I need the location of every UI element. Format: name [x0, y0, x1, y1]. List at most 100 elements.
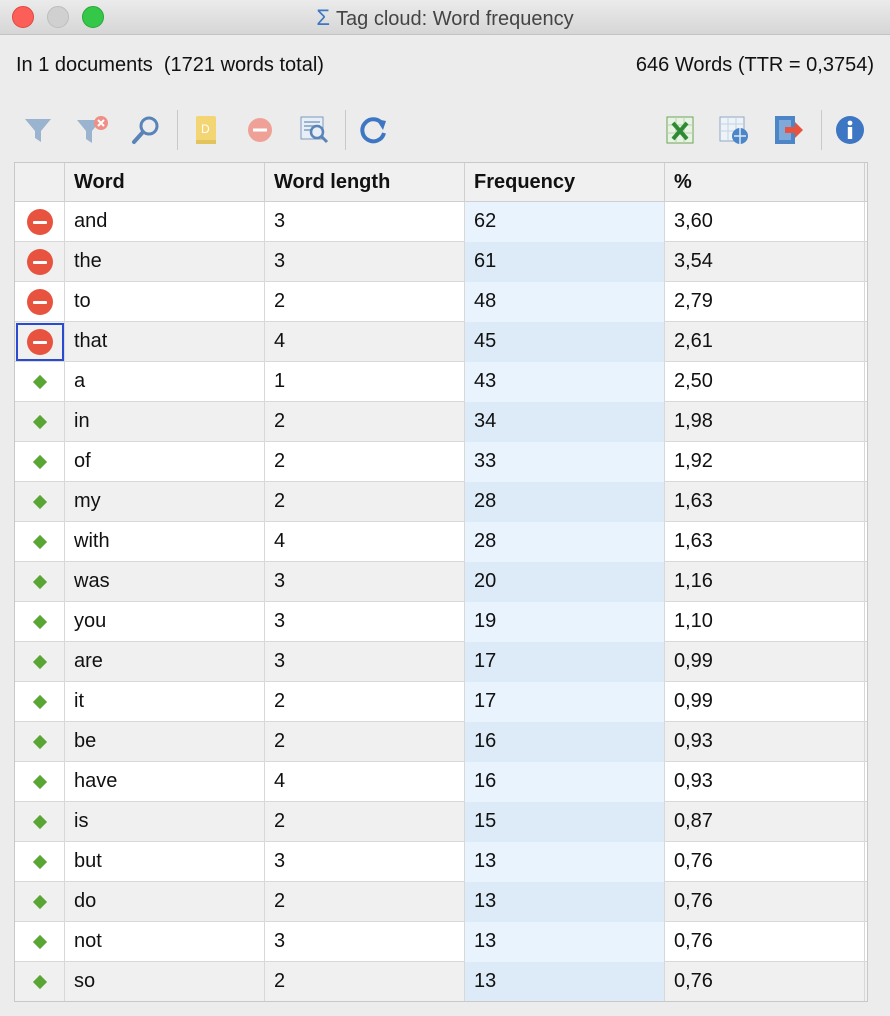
word-length-cell: 2 — [265, 962, 465, 1001]
included-word-icon[interactable] — [32, 774, 47, 790]
clear-filter-icon[interactable] — [74, 112, 110, 148]
status-cell[interactable] — [15, 562, 65, 602]
status-cell[interactable] — [15, 242, 65, 282]
included-word-icon[interactable] — [32, 654, 47, 670]
toolbar-separator — [177, 110, 178, 150]
table-row[interactable]: so 2 13 0,76 — [15, 962, 867, 1001]
table-row[interactable]: with 4 28 1,63 — [15, 522, 867, 562]
word-frequency-table[interactable]: Word Word length Frequency % and 3 62 3,60 t… — [14, 162, 868, 1002]
status-cell[interactable] — [15, 402, 65, 442]
included-word-icon[interactable] — [32, 734, 47, 750]
table-row[interactable]: to 2 48 2,79 — [15, 282, 867, 322]
frequency-cell: 61 — [465, 242, 665, 282]
included-word-icon[interactable] — [32, 814, 47, 830]
stop-word-icon[interactable] — [26, 249, 53, 275]
included-word-icon[interactable] — [32, 374, 47, 390]
stop-list-icon[interactable] — [242, 112, 278, 148]
export-icon[interactable] — [770, 112, 806, 148]
included-word-icon[interactable] — [32, 454, 47, 470]
stop-word-icon[interactable] — [26, 209, 53, 235]
status-cell[interactable] — [15, 762, 65, 802]
frequency-cell: 34 — [465, 402, 665, 442]
percent-cell: 1,16 — [665, 562, 865, 602]
included-word-icon[interactable] — [32, 894, 47, 910]
word-length-cell: 4 — [265, 322, 465, 362]
table-row[interactable]: do 2 13 0,76 — [15, 882, 867, 922]
table-row[interactable]: be 2 16 0,93 — [15, 722, 867, 762]
document-icon[interactable]: D — [188, 112, 224, 148]
status-cell[interactable] — [15, 922, 65, 962]
included-word-icon[interactable] — [32, 414, 47, 430]
included-word-icon[interactable] — [32, 574, 47, 590]
included-word-icon[interactable] — [32, 694, 47, 710]
status-cell[interactable] — [15, 202, 65, 242]
column-header-word[interactable]: Word — [65, 163, 265, 201]
table-row[interactable]: are 3 17 0,99 — [15, 642, 867, 682]
frequency-cell: 45 — [465, 322, 665, 362]
word-length-cell: 3 — [265, 202, 465, 242]
word-length-cell: 2 — [265, 482, 465, 522]
status-cell[interactable] — [15, 882, 65, 922]
stop-word-icon[interactable] — [26, 329, 53, 355]
status-cell[interactable] — [15, 442, 65, 482]
search-icon[interactable] — [128, 112, 164, 148]
status-cell[interactable] — [15, 962, 65, 1001]
find-in-document-icon[interactable] — [296, 112, 332, 148]
word-cell: a — [65, 362, 265, 402]
frequency-cell: 62 — [465, 202, 665, 242]
column-header-frequency[interactable]: Frequency — [465, 163, 665, 201]
column-header-word-length[interactable]: Word length — [265, 163, 465, 201]
document-count-text: In 1 documents (1721 words total) — [16, 54, 324, 76]
status-cell[interactable] — [15, 482, 65, 522]
table-row[interactable]: was 3 20 1,16 — [15, 562, 867, 602]
column-header-status[interactable] — [15, 163, 65, 201]
info-icon[interactable] — [832, 112, 868, 148]
percent-cell: 0,76 — [665, 882, 865, 922]
table-row[interactable]: not 3 13 0,76 — [15, 922, 867, 962]
table-row[interactable]: of 2 33 1,92 — [15, 442, 867, 482]
word-length-cell: 3 — [265, 642, 465, 682]
refresh-icon[interactable] — [356, 112, 392, 148]
status-cell[interactable] — [15, 642, 65, 682]
included-word-icon[interactable] — [32, 494, 47, 510]
excel-export-icon[interactable] — [662, 112, 698, 148]
table-row[interactable]: you 3 19 1,10 — [15, 602, 867, 642]
percent-cell: 3,60 — [665, 202, 865, 242]
column-header-percent[interactable]: % — [665, 163, 865, 201]
status-cell[interactable] — [15, 722, 65, 762]
table-row[interactable]: that 4 45 2,61 — [15, 322, 867, 362]
status-cell[interactable] — [15, 322, 65, 362]
stop-word-icon[interactable] — [26, 289, 53, 315]
percent-cell: 1,10 — [665, 602, 865, 642]
table-row[interactable]: but 3 13 0,76 — [15, 842, 867, 882]
status-cell[interactable] — [15, 602, 65, 642]
status-cell[interactable] — [15, 682, 65, 722]
frequency-cell: 28 — [465, 522, 665, 562]
table-row[interactable]: is 2 15 0,87 — [15, 802, 867, 842]
included-word-icon[interactable] — [32, 934, 47, 950]
status-cell[interactable] — [15, 362, 65, 402]
word-length-cell: 2 — [265, 722, 465, 762]
filter-icon[interactable] — [20, 112, 56, 148]
web-export-icon[interactable] — [716, 112, 752, 148]
frequency-cell: 13 — [465, 882, 665, 922]
percent-cell: 0,99 — [665, 682, 865, 722]
included-word-icon[interactable] — [32, 854, 47, 870]
table-row[interactable]: the 3 61 3,54 — [15, 242, 867, 282]
table-row[interactable]: in 2 34 1,98 — [15, 402, 867, 442]
status-cell[interactable] — [15, 522, 65, 562]
table-row[interactable]: and 3 62 3,60 — [15, 202, 867, 242]
table-row[interactable]: my 2 28 1,63 — [15, 482, 867, 522]
included-word-icon[interactable] — [32, 974, 47, 990]
summary-bar: In 1 documents (1721 words total) 646 Wo… — [0, 54, 890, 84]
table-row[interactable]: it 2 17 0,99 — [15, 682, 867, 722]
word-length-cell: 3 — [265, 602, 465, 642]
included-word-icon[interactable] — [32, 614, 47, 630]
word-cell: be — [65, 722, 265, 762]
included-word-icon[interactable] — [32, 534, 47, 550]
table-row[interactable]: a 1 43 2,50 — [15, 362, 867, 402]
status-cell[interactable] — [15, 802, 65, 842]
status-cell[interactable] — [15, 842, 65, 882]
status-cell[interactable] — [15, 282, 65, 322]
table-row[interactable]: have 4 16 0,93 — [15, 762, 867, 802]
